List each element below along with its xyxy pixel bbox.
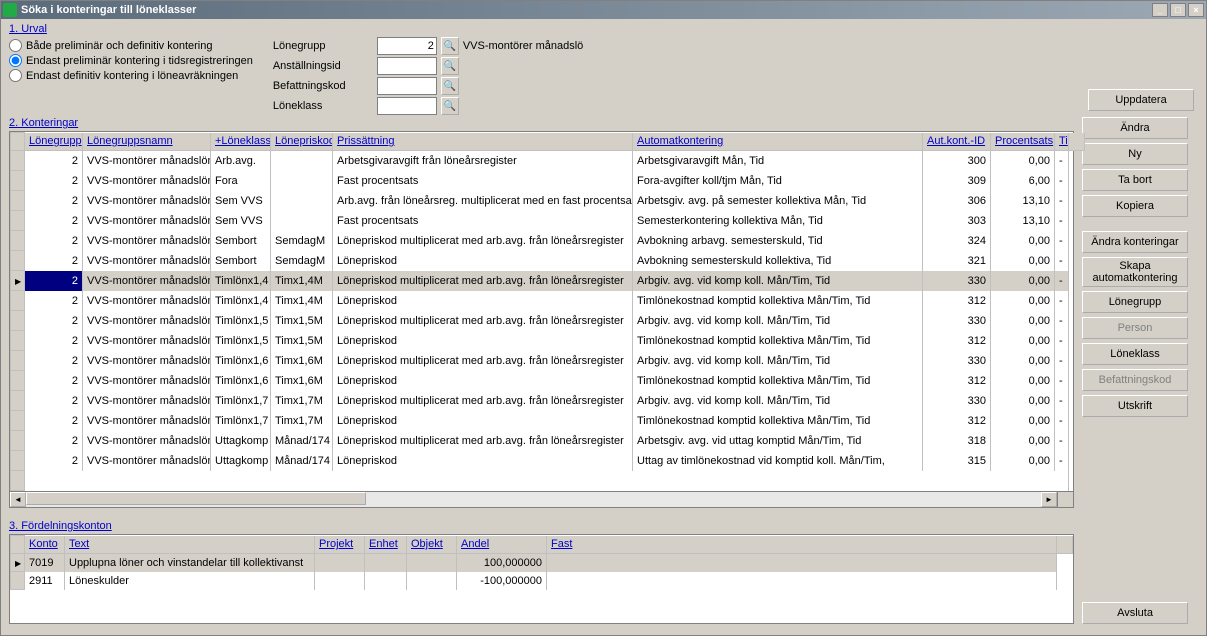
radio-both[interactable]: Både preliminär och definitiv kontering <box>9 39 253 52</box>
h-scrollbar[interactable]: ◄ ► <box>10 491 1073 507</box>
col-header[interactable]: Text <box>65 536 315 554</box>
table-row[interactable]: 2VVS-montörer månadslönTimlönx1,5Timx1,5… <box>11 311 1085 331</box>
table-row[interactable]: 2VVS-montörer månadslönTimlönx1,4Timx1,4… <box>11 271 1085 291</box>
table-row[interactable]: 2VVS-montörer månadslönSem VVSArb.avg. f… <box>11 191 1085 211</box>
table-row[interactable]: 2VVS-montörer månadslönTimlönx1,7Timx1,7… <box>11 391 1085 411</box>
search-icon: 🔍 <box>444 61 456 72</box>
lonegrupp-lookup[interactable]: 🔍 <box>441 37 459 55</box>
maximize-button[interactable]: □ <box>1170 3 1186 17</box>
uppdatera-button[interactable]: Uppdatera <box>1088 89 1194 111</box>
person-button: Person <box>1082 317 1188 339</box>
v-scrollbar[interactable] <box>1069 133 1085 151</box>
tabort-button[interactable]: Ta bort <box>1082 169 1188 191</box>
search-icon: 🔍 <box>444 101 456 112</box>
table-row[interactable]: 7019Upplupna löner och vinstandelar till… <box>11 554 1073 572</box>
col-header[interactable]: Ti <box>1055 133 1069 151</box>
befattningskod-button: Befattningskod <box>1082 369 1188 391</box>
col-header[interactable]: Projekt <box>315 536 365 554</box>
loneklass-input[interactable] <box>377 97 437 115</box>
col-header[interactable]: Objekt <box>407 536 457 554</box>
konteringar-grid[interactable]: LönegruppLönegruppsnamn+LöneklassLönepri… <box>9 131 1074 508</box>
scroll-right-icon[interactable]: ► <box>1041 492 1057 507</box>
kopiera-button[interactable]: Kopiera <box>1082 195 1188 217</box>
table-row[interactable]: 2VVS-montörer månadslönTimlönx1,6Timx1,6… <box>11 371 1085 391</box>
andra-button[interactable]: Ändra <box>1082 117 1188 139</box>
befattningskod-lookup[interactable]: 🔍 <box>441 77 459 95</box>
col-header[interactable]: Fast <box>547 536 1057 554</box>
main-window: Söka i konteringar till löneklasser _ □ … <box>0 0 1207 636</box>
col-header[interactable]: Enhet <box>365 536 407 554</box>
search-icon: 🔍 <box>444 41 456 52</box>
titlebar: Söka i konteringar till löneklasser _ □ … <box>1 1 1206 19</box>
table-row[interactable]: 2VVS-montörer månadslönSembortSemdagMLön… <box>11 251 1085 271</box>
ny-button[interactable]: Ny <box>1082 143 1188 165</box>
row-header <box>11 133 25 151</box>
table-row[interactable]: 2VVS-montörer månadslönTimlönx1,5Timx1,5… <box>11 331 1085 351</box>
close-button[interactable]: × <box>1188 3 1204 17</box>
fordelning-grid[interactable]: KontoTextProjektEnhetObjektAndelFast 701… <box>9 534 1074 624</box>
loneklass-lookup[interactable]: 🔍 <box>441 97 459 115</box>
table-row[interactable]: 2VVS-montörer månadslönSembortSemdagMLön… <box>11 231 1085 251</box>
loneklass-button[interactable]: Löneklass <box>1082 343 1188 365</box>
table-row[interactable]: 2VVS-montörer månadslönArb.avg.Arbetsgiv… <box>11 151 1085 171</box>
utskrift-button[interactable]: Utskrift <box>1082 395 1188 417</box>
avsluta-button[interactable]: Avsluta <box>1082 602 1188 624</box>
section-fordelning-link[interactable]: 3. Fördelningskonton <box>9 520 112 532</box>
lonegrupp-desc: VVS-montörer månadslö <box>463 40 583 52</box>
anstallningsid-label: Anställningsid <box>273 60 373 72</box>
befattningskod-label: Befattningskod <box>273 80 373 92</box>
table-row[interactable]: 2VVS-montörer månadslönUttagkompMånad/17… <box>11 451 1085 471</box>
col-header[interactable]: Lönepriskod <box>271 133 333 151</box>
col-header[interactable]: Andel <box>457 536 547 554</box>
skapa-autokontering-button[interactable]: Skapa automatkontering <box>1082 257 1188 287</box>
table-row[interactable]: 2VVS-montörer månadslönForaFast procents… <box>11 171 1085 191</box>
col-header[interactable]: Aut.kont.-ID <box>923 133 991 151</box>
search-icon: 🔍 <box>444 81 456 92</box>
lonegrupp-button[interactable]: Lönegrupp <box>1082 291 1188 313</box>
lonegrupp-label: Lönegrupp <box>273 40 373 52</box>
col-header[interactable]: Prissättning <box>333 133 633 151</box>
table-row[interactable]: 2911Löneskulder-100,000000 <box>11 572 1073 590</box>
andra-konteringar-button[interactable]: Ändra konteringar <box>1082 231 1188 253</box>
table-row[interactable]: 2VVS-montörer månadslönUttagkompMånad/17… <box>11 431 1085 451</box>
col-header[interactable]: Procentsats <box>991 133 1055 151</box>
table-row[interactable]: 2VVS-montörer månadslönTimlönx1,6Timx1,6… <box>11 351 1085 371</box>
anstallningsid-input[interactable] <box>377 57 437 75</box>
minimize-button[interactable]: _ <box>1152 3 1168 17</box>
col-header[interactable]: Konto <box>25 536 65 554</box>
table-row[interactable]: 2VVS-montörer månadslönTimlönx1,7Timx1,7… <box>11 411 1085 431</box>
col-header[interactable]: Lönegruppsnamn <box>83 133 211 151</box>
anstallningsid-lookup[interactable]: 🔍 <box>441 57 459 75</box>
app-icon <box>3 3 17 17</box>
radio-prelim[interactable]: Endast preliminär kontering i tidsregist… <box>9 54 253 67</box>
loneklass-label: Löneklass <box>273 100 373 112</box>
table-row[interactable]: 2VVS-montörer månadslönSem VVSFast proce… <box>11 211 1085 231</box>
lonegrupp-input[interactable] <box>377 37 437 55</box>
section-urval-link[interactable]: 1. Urval <box>9 23 47 35</box>
table-row[interactable]: 2VVS-montörer månadslönTimlönx1,4Timx1,4… <box>11 291 1085 311</box>
radio-definitiv[interactable]: Endast definitiv kontering i löneavräkni… <box>9 69 253 82</box>
col-header[interactable]: +Löneklass <box>211 133 271 151</box>
window-title: Söka i konteringar till löneklasser <box>21 4 1152 16</box>
befattningskod-input[interactable] <box>377 77 437 95</box>
section-konteringar-link[interactable]: 2. Konteringar <box>9 117 78 129</box>
col-header[interactable]: Lönegrupp <box>25 133 83 151</box>
scroll-left-icon[interactable]: ◄ <box>10 492 26 507</box>
col-header[interactable]: Automatkontering <box>633 133 923 151</box>
